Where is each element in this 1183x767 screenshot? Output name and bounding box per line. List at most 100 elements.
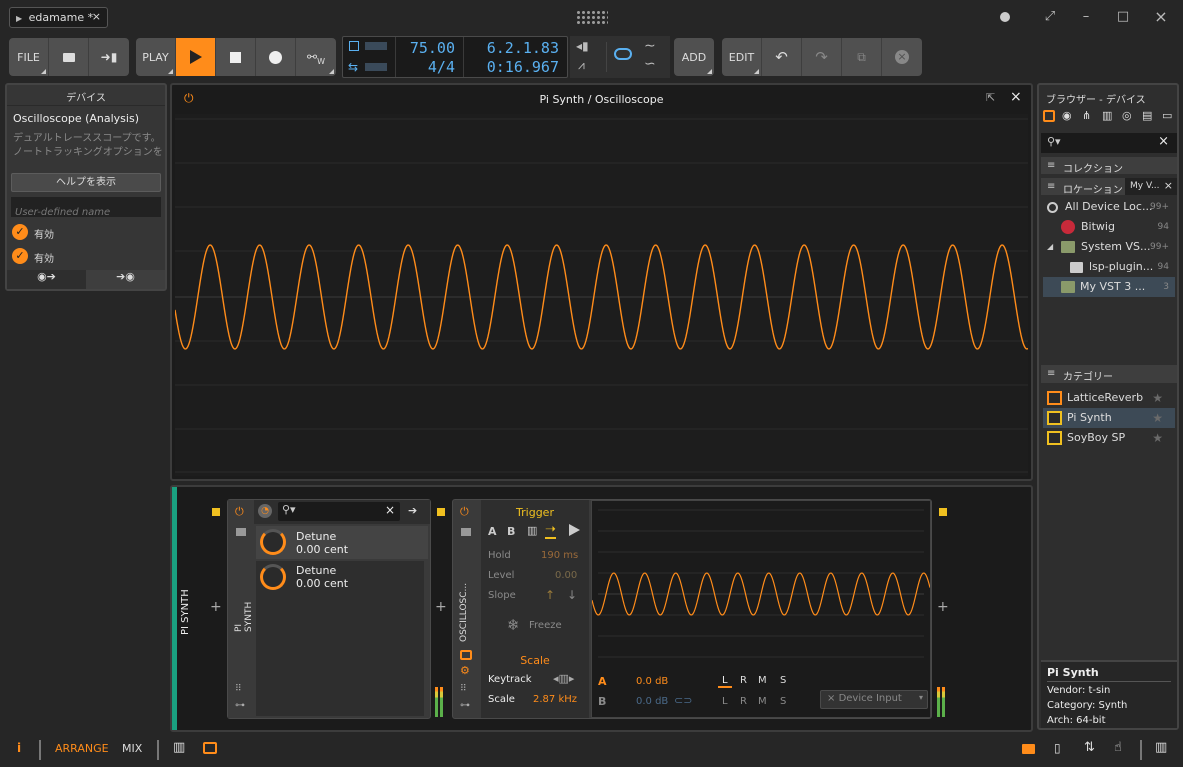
- delete-button[interactable]: ×: [882, 38, 922, 76]
- arrange-tab[interactable]: ARRANGE: [55, 742, 109, 755]
- hand-icon[interactable]: ☝: [1114, 740, 1122, 755]
- browser-search-clear-icon[interactable]: ×: [1158, 134, 1169, 149]
- device1-search-clear-icon[interactable]: ×: [385, 503, 395, 517]
- favorite-star-icon[interactable]: ★: [1152, 388, 1163, 408]
- b-r-button[interactable]: R: [740, 696, 747, 707]
- duplicate-button[interactable]: ⧉: [842, 38, 882, 76]
- trigger-play-icon[interactable]: [569, 524, 580, 536]
- result-item-selected[interactable]: Pi Synth ★: [1043, 408, 1175, 428]
- keyboard-icon[interactable]: ▥: [527, 524, 537, 537]
- browser-search-field[interactable]: ⚲▾ ×: [1041, 133, 1177, 153]
- device2-power-icon[interactable]: ⏻: [460, 505, 469, 519]
- collection-section[interactable]: コレクション: [1041, 157, 1177, 175]
- projects-tab-icon[interactable]: ▤: [1142, 109, 1152, 122]
- metronome-icon[interactable]: ⩘: [578, 58, 585, 73]
- undo-button[interactable]: ↶: [762, 38, 802, 76]
- presets-tab-icon[interactable]: ◉: [1062, 109, 1072, 122]
- scale-value[interactable]: 2.87 kHz: [533, 694, 577, 705]
- freeze-label[interactable]: Freeze: [529, 620, 562, 631]
- hold-value[interactable]: 190 ms: [541, 550, 578, 561]
- location-tab-close-icon[interactable]: ×: [1164, 179, 1173, 192]
- device1-grid-icon[interactable]: ⠿: [235, 684, 242, 694]
- punch-icon[interactable]: ◂▮: [576, 39, 589, 53]
- free-run-icon[interactable]: ➝: [545, 522, 556, 539]
- time-display[interactable]: 0:16.967: [471, 58, 559, 76]
- stop-button[interactable]: [216, 38, 256, 76]
- device2-preset-icon[interactable]: [461, 528, 471, 536]
- fill-icon[interactable]: ∽: [644, 56, 656, 72]
- channel-b-db[interactable]: 0.0 dB: [636, 696, 668, 707]
- a-r-button[interactable]: R: [740, 675, 747, 686]
- info-icon[interactable]: i: [17, 741, 21, 755]
- device-input-select[interactable]: × Device Input ▾: [820, 690, 928, 709]
- location-section[interactable]: ロケーション: [1041, 178, 1125, 196]
- mix-tab[interactable]: MIX: [122, 742, 142, 755]
- position-display[interactable]: 6.2.1.83: [471, 39, 559, 57]
- level-value[interactable]: 0.00: [555, 570, 577, 581]
- route-out-button[interactable]: ➔◉: [86, 270, 165, 289]
- route-in-button[interactable]: ◉➔: [7, 270, 86, 289]
- maximize-button[interactable]: □: [1113, 8, 1133, 26]
- samples-tab-icon[interactable]: ⋔: [1082, 109, 1091, 122]
- enable-check-1[interactable]: ✓: [12, 224, 28, 240]
- loop-icon[interactable]: [614, 48, 632, 60]
- minimize-button[interactable]: –: [1076, 8, 1096, 26]
- export-button[interactable]: ➜▮: [89, 38, 129, 76]
- location-item[interactable]: lsp-plugin... 94: [1041, 257, 1177, 277]
- automation-write-button[interactable]: ⚯ W: [296, 38, 336, 76]
- multisamples-tab-icon[interactable]: ▥: [1102, 109, 1112, 122]
- device1-preset-icon[interactable]: [236, 528, 246, 536]
- add-button[interactable]: ADD: [674, 38, 714, 76]
- device-view-icon[interactable]: [203, 742, 217, 754]
- param-row-1[interactable]: Detune 0.00 cent: [256, 526, 428, 559]
- tab-close-icon[interactable]: ×: [92, 10, 101, 23]
- location-item[interactable]: All Device Loc... 99+: [1041, 197, 1177, 217]
- close-button[interactable]: ×: [1151, 8, 1171, 26]
- fullscreen-icon[interactable]: ⤢: [1040, 8, 1060, 26]
- enable-check-2[interactable]: ✓: [12, 248, 28, 264]
- location-item[interactable]: Bitwig 94: [1041, 217, 1177, 237]
- add-device-plus-1[interactable]: +: [210, 599, 222, 615]
- scope-close-icon[interactable]: ×: [1010, 89, 1022, 105]
- signature-display[interactable]: 4/4: [403, 58, 455, 76]
- tracks-view-icon[interactable]: ▥: [173, 740, 185, 755]
- device1-power-icon[interactable]: ⏻: [235, 505, 244, 519]
- param-row-2[interactable]: Detune 0.00 cent: [256, 561, 424, 716]
- add-device-plus-3[interactable]: +: [937, 599, 949, 615]
- result-item[interactable]: LatticeReverb ★: [1043, 388, 1175, 408]
- edit-button[interactable]: EDIT: [722, 38, 762, 76]
- file-button[interactable]: FILE: [9, 38, 49, 76]
- groove-icon[interactable]: ∼: [644, 38, 656, 54]
- device2-window-icon[interactable]: [460, 650, 472, 660]
- record-dot-icon[interactable]: [1000, 12, 1010, 22]
- favorite-star-icon[interactable]: ★: [1152, 428, 1163, 448]
- device2-settings-icon[interactable]: ⚙: [460, 664, 470, 677]
- device-input-clear-icon[interactable]: ×: [827, 693, 835, 704]
- location-tab[interactable]: My V... ×: [1125, 178, 1177, 195]
- device1-search-field[interactable]: ⚲▾ ×: [278, 502, 400, 521]
- project-tab[interactable]: ▶ edamame * ×: [9, 7, 108, 28]
- trigger-ch-b[interactable]: B: [507, 525, 515, 538]
- slope-up-icon[interactable]: ↑: [545, 588, 555, 602]
- freeze-icon[interactable]: ❄: [507, 616, 520, 634]
- b-l-button[interactable]: L: [722, 696, 728, 707]
- b-m-button[interactable]: M: [758, 696, 767, 707]
- slope-down-icon[interactable]: ↓: [567, 588, 577, 602]
- record-button[interactable]: [256, 38, 296, 76]
- devices-tab-icon[interactable]: [1043, 110, 1055, 122]
- trigger-ch-a[interactable]: A: [488, 525, 497, 538]
- file-view-icon[interactable]: ▯: [1054, 741, 1061, 755]
- channel-a-db[interactable]: 0.0 dB: [636, 676, 668, 687]
- device1-arrow-icon[interactable]: ➔: [408, 504, 417, 517]
- category-section[interactable]: カテゴリー: [1041, 365, 1177, 383]
- detune-knob-1[interactable]: [260, 529, 286, 555]
- location-item[interactable]: ◢ System VS... 99+: [1041, 237, 1177, 257]
- expand-icon[interactable]: ◢: [1047, 237, 1053, 257]
- browser-folder-icon[interactable]: [1022, 744, 1035, 754]
- a-m-button[interactable]: M: [758, 675, 767, 686]
- clips-tab-icon[interactable]: ◎: [1122, 109, 1132, 122]
- favorite-star-icon[interactable]: ★: [1152, 408, 1163, 428]
- location-item-selected[interactable]: My VST 3 ... 3: [1043, 277, 1175, 297]
- device2-route-icon[interactable]: ⊶: [460, 700, 470, 711]
- keyboard-view-icon[interactable]: ▥: [1155, 740, 1167, 755]
